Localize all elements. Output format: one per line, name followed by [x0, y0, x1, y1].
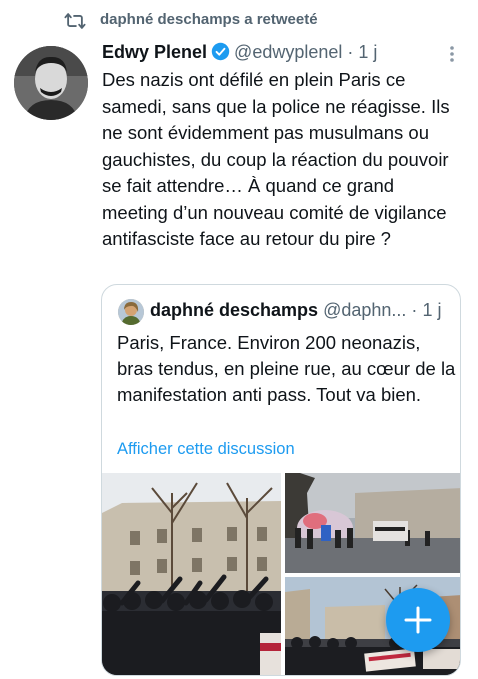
protest-smoke-photo	[285, 473, 460, 573]
quote-text: Paris, France. Environ 200 neonazis, bra…	[117, 332, 456, 405]
quote-header: daphné deschamps @daphn... · 1 j	[150, 300, 450, 321]
plus-icon	[404, 606, 432, 634]
crowd-photo-street-salute	[102, 473, 281, 675]
retweet-label[interactable]: daphné deschamps a retweeté	[100, 11, 318, 28]
quote-avatar-photo	[118, 299, 144, 325]
avatar[interactable]	[14, 46, 88, 120]
show-thread-link[interactable]: Afficher cette discussion	[117, 440, 295, 459]
compose-tweet-button[interactable]	[386, 588, 450, 652]
separator: ·	[347, 42, 354, 62]
quote-timestamp[interactable]: 1 j	[422, 300, 441, 320]
tweet-header: Edwy Plenel @edwyplenel · 1 j	[102, 42, 462, 68]
avatar-photo	[14, 46, 88, 120]
quote-avatar[interactable]	[118, 299, 144, 325]
more-options-icon[interactable]	[442, 42, 462, 66]
verified-badge-icon	[211, 42, 230, 61]
media-image-1[interactable]	[102, 473, 281, 675]
author-name[interactable]: Edwy Plenel	[102, 42, 207, 62]
quote-separator: ·	[411, 300, 418, 320]
media-image-2[interactable]	[285, 473, 460, 573]
quote-author-name[interactable]: daphné deschamps	[150, 300, 318, 320]
timestamp[interactable]: 1 j	[358, 42, 377, 62]
retweet-icon	[64, 13, 86, 29]
quote-author-handle[interactable]: @daphn...	[323, 300, 406, 320]
tweet-text: Des nazis ont défilé en plein Paris ce s…	[102, 69, 450, 249]
author-handle[interactable]: @edwyplenel	[234, 42, 342, 62]
